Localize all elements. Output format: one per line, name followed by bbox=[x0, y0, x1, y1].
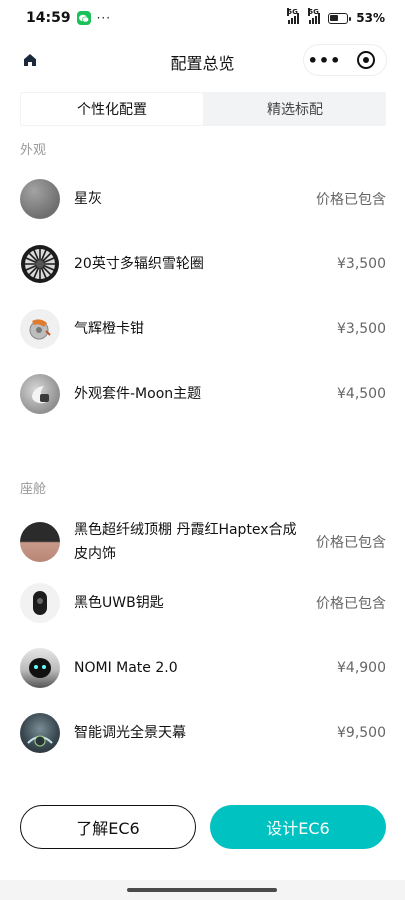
signal-icon: 5G bbox=[287, 8, 300, 24]
status-bar: 14:59 ··· 5G 5G 53% bbox=[0, 0, 405, 36]
paint-swatch-icon bbox=[20, 179, 60, 219]
section-label-cockpit: 座舱 bbox=[20, 482, 47, 497]
exterior-kit-icon bbox=[20, 374, 60, 414]
section-label-exterior: 外观 bbox=[20, 143, 47, 158]
item-price: 价格已包含 bbox=[316, 192, 386, 208]
battery-icon bbox=[328, 12, 352, 24]
design-ec6-button[interactable]: 设计EC6 bbox=[210, 805, 386, 849]
item-price: ¥9,500 bbox=[337, 725, 386, 741]
item-price: ¥4,500 bbox=[337, 386, 386, 402]
notification-more-icon: ··· bbox=[96, 11, 112, 25]
caliper-icon bbox=[20, 309, 60, 349]
nav-bar: 配置总览 ••• bbox=[0, 40, 405, 84]
close-miniprogram-icon[interactable] bbox=[345, 44, 386, 76]
item-price: ¥3,500 bbox=[337, 256, 386, 272]
wechat-icon bbox=[76, 11, 91, 25]
list-item[interactable]: 20英寸多辐织雪轮圈 ¥3,500 bbox=[20, 244, 386, 284]
list-item[interactable]: NOMI Mate 2.0 ¥4,900 bbox=[20, 648, 386, 688]
signal-icon-2: 5G bbox=[308, 8, 321, 24]
home-indicator[interactable] bbox=[127, 888, 277, 892]
battery-percent: 53% bbox=[356, 11, 385, 25]
wheel-icon bbox=[20, 244, 60, 284]
miniprogram-capsule: ••• bbox=[303, 44, 387, 76]
item-price: 价格已包含 bbox=[316, 535, 386, 551]
tab-personalized[interactable]: 个性化配置 bbox=[21, 93, 203, 125]
item-name: 智能调光全景天幕 bbox=[74, 725, 186, 741]
list-item[interactable]: 气辉橙卡钳 ¥3,500 bbox=[20, 309, 386, 349]
learn-ec6-button[interactable]: 了解EC6 bbox=[20, 805, 196, 849]
nomi-icon bbox=[20, 648, 60, 688]
signal-label-2: 5G bbox=[308, 8, 319, 16]
item-name: 黑色超纤绒顶棚 丹霞红Haptex合成皮内饰 bbox=[74, 522, 297, 562]
tab-standard[interactable]: 精选标配 bbox=[204, 92, 386, 126]
item-price: 价格已包含 bbox=[316, 596, 386, 612]
status-time: 14:59 bbox=[26, 10, 71, 26]
list-item[interactable]: 智能调光全景天幕 ¥9,500 bbox=[20, 713, 386, 753]
config-tabs: 个性化配置 精选标配 bbox=[20, 92, 386, 126]
list-item[interactable]: 黑色超纤绒顶棚 丹霞红Haptex合成皮内饰 价格已包含 bbox=[20, 518, 386, 566]
item-price: ¥4,900 bbox=[337, 660, 386, 676]
item-name: 星灰 bbox=[74, 191, 102, 207]
interior-icon bbox=[20, 522, 60, 562]
list-item[interactable]: 外观套件-Moon主题 ¥4,500 bbox=[20, 374, 386, 414]
item-name: 黑色UWB钥匙 bbox=[74, 595, 164, 611]
more-icon[interactable]: ••• bbox=[304, 51, 345, 70]
item-price: ¥3,500 bbox=[337, 321, 386, 337]
signal-label: 5G bbox=[287, 8, 298, 16]
list-item[interactable]: 星灰 价格已包含 bbox=[20, 179, 386, 219]
item-name: NOMI Mate 2.0 bbox=[74, 660, 178, 676]
item-name: 气辉橙卡钳 bbox=[74, 321, 144, 337]
list-item[interactable]: 黑色UWB钥匙 价格已包含 bbox=[20, 583, 386, 623]
sunroof-icon bbox=[20, 713, 60, 753]
item-name: 外观套件-Moon主题 bbox=[74, 386, 202, 402]
key-fob-icon bbox=[20, 583, 60, 623]
item-name: 20英寸多辐织雪轮圈 bbox=[74, 256, 204, 272]
